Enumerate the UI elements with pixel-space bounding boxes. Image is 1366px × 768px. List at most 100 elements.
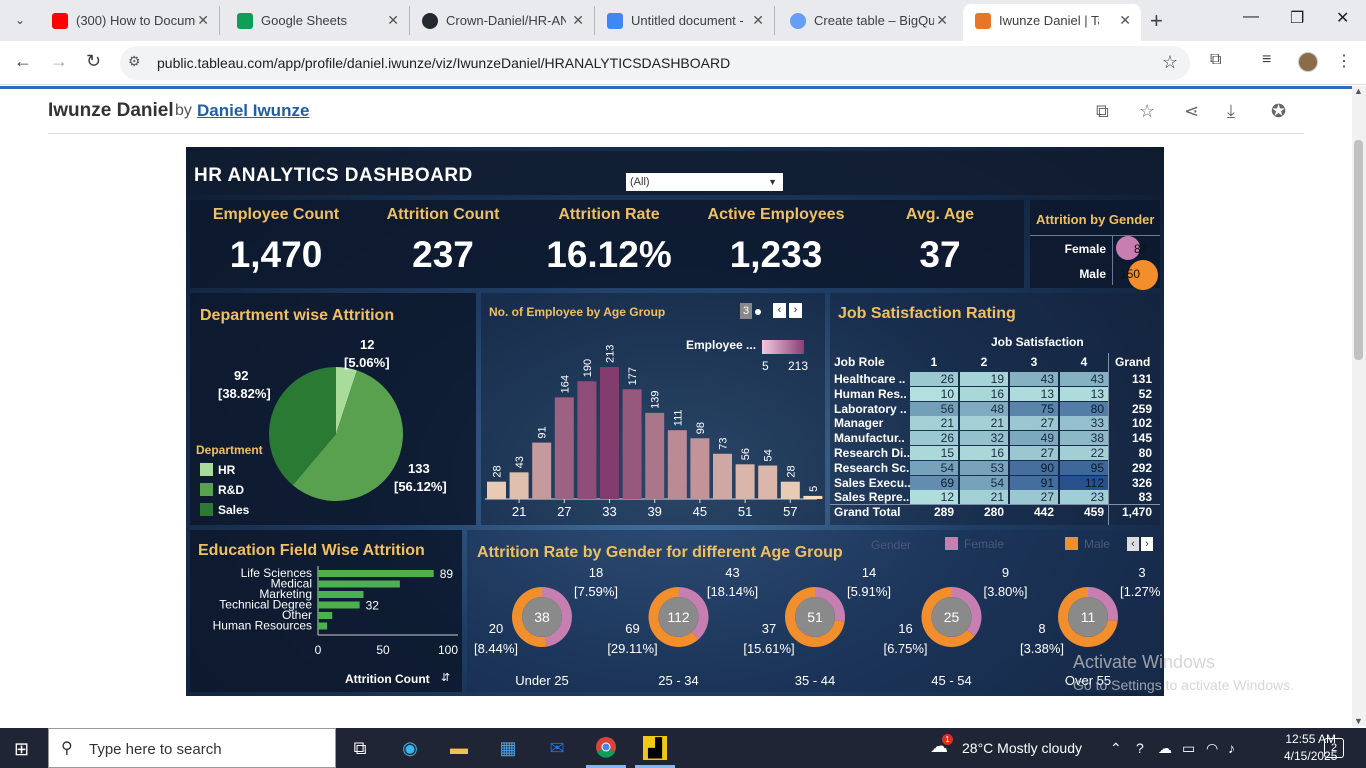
job-cell[interactable]: 43 [1010, 372, 1058, 386]
age-bar[interactable] [487, 481, 506, 499]
job-cell[interactable]: 32 [960, 431, 1008, 446]
battery-icon[interactable]: ▭ [1182, 740, 1195, 757]
age-bar[interactable] [735, 464, 755, 499]
job-cell[interactable]: 27 [1010, 416, 1058, 431]
job-cell[interactable]: 69 [910, 475, 958, 490]
page-scrollbar[interactable]: ▲ ▼ [1352, 86, 1366, 726]
tab-bigquery[interactable]: Create table – BigQu ✕ [778, 6, 958, 35]
new-tab-icon[interactable]: + [1150, 8, 1163, 34]
tab-youtube[interactable]: (300) How to Docume ✕ [40, 6, 220, 35]
copy-icon[interactable]: ⧉ [1096, 101, 1109, 122]
age-bar[interactable] [509, 472, 529, 499]
onedrive-icon[interactable]: ☁ [1158, 740, 1172, 757]
job-cell[interactable]: 75 [1010, 401, 1058, 416]
age-bar[interactable] [622, 389, 642, 499]
power-bi-icon[interactable]: ▟ [643, 736, 667, 760]
windows-start-icon[interactable]: ⊞ [14, 739, 29, 760]
edu-bar[interactable] [318, 622, 328, 630]
edu-bar[interactable] [318, 591, 364, 598]
url-box[interactable]: ⚙ public.tableau.com/app/profile/daniel.… [120, 46, 1190, 80]
age-bar[interactable] [713, 453, 732, 499]
tab-docs[interactable]: Untitled document - ✕ [595, 6, 775, 35]
tab-github[interactable]: Crown-Daniel/HR-AN ✕ [410, 6, 595, 35]
restore-icon[interactable]: ❐ [1290, 8, 1304, 28]
job-cell[interactable]: 13 [1010, 386, 1058, 401]
site-info-icon[interactable]: ⚙ [128, 53, 141, 70]
taskbar-search[interactable]: ⚲ Type here to search [48, 728, 336, 768]
notifications-icon[interactable]: 2 [1324, 738, 1344, 758]
edge-icon[interactable]: ◉ [398, 736, 422, 760]
age-bar[interactable] [554, 397, 574, 499]
close-icon[interactable]: ✕ [197, 6, 209, 35]
minimize-icon[interactable]: — [1243, 8, 1259, 26]
favorite-star-icon[interactable]: ☆ [1139, 101, 1155, 122]
job-cell[interactable]: 10 [910, 386, 958, 401]
outlook-icon[interactable]: ✉ [545, 736, 569, 760]
job-cell[interactable]: 53 [960, 460, 1008, 475]
profile-avatar[interactable] [1298, 52, 1318, 72]
job-cell[interactable]: 90 [1010, 460, 1058, 475]
job-cell[interactable]: 16 [960, 446, 1008, 460]
job-cell[interactable]: 33 [1060, 416, 1108, 431]
scroll-down-icon[interactable]: ▼ [1354, 716, 1363, 726]
age-bar[interactable] [690, 438, 710, 499]
close-icon[interactable]: ✕ [572, 6, 584, 35]
reload-icon[interactable]: ↻ [86, 51, 101, 72]
browser-menu-icon[interactable]: ⋮ [1336, 51, 1352, 71]
sort-icon[interactable]: ⇵ [441, 671, 450, 684]
job-cell[interactable]: 13 [1060, 386, 1108, 401]
weather-text[interactable]: 28°C Mostly cloudy [962, 740, 1082, 756]
bookmark-star-icon[interactable]: ☆ [1162, 52, 1178, 73]
job-cell[interactable]: 26 [910, 431, 958, 446]
volume-icon[interactable]: ♪ [1228, 740, 1235, 756]
forward-icon[interactable]: → [50, 51, 68, 72]
job-cell[interactable]: 56 [910, 401, 958, 416]
job-cell[interactable]: 38 [1060, 431, 1108, 446]
job-cell[interactable]: 21 [910, 416, 958, 431]
job-cell[interactable]: 19 [960, 372, 1008, 386]
job-cell[interactable]: 12 [910, 490, 958, 505]
close-icon[interactable]: ✕ [936, 6, 948, 35]
age-bar[interactable] [758, 465, 778, 499]
download-icon[interactable]: ⤓ [1227, 101, 1235, 122]
age-bar[interactable] [667, 430, 687, 499]
chrome-icon[interactable] [594, 736, 618, 760]
tab-search-icon[interactable]: ⌄ [8, 8, 32, 32]
chevron-down-icon[interactable]: ▼ [768, 173, 777, 191]
file-explorer-icon[interactable]: ▬ [447, 736, 471, 760]
edu-bar[interactable] [318, 601, 360, 609]
filter-dropdown[interactable]: (All) ▼ [626, 173, 783, 191]
window-close-icon[interactable]: ✕ [1336, 8, 1349, 28]
job-cell[interactable]: 91 [1010, 475, 1058, 490]
edu-bar[interactable] [318, 570, 434, 577]
job-cell[interactable]: 80 [1060, 401, 1108, 416]
edu-bar[interactable] [318, 612, 333, 619]
task-view-icon[interactable]: ⧉ [348, 736, 372, 760]
job-cell[interactable]: 54 [960, 475, 1008, 490]
job-cell[interactable]: 54 [910, 460, 958, 475]
scroll-up-icon[interactable]: ▲ [1354, 86, 1363, 96]
badge-icon[interactable]: ✪ [1271, 101, 1286, 122]
wifi-icon[interactable]: ◠ [1206, 740, 1218, 757]
close-icon[interactable]: ✕ [1119, 4, 1131, 37]
close-icon[interactable]: ✕ [752, 6, 764, 35]
extensions-icon[interactable]: ⧉ [1210, 51, 1221, 69]
back-icon[interactable]: ← [14, 51, 32, 72]
job-cell[interactable]: 16 [960, 386, 1008, 401]
job-cell[interactable]: 27 [1010, 490, 1058, 505]
age-bar[interactable] [645, 412, 665, 499]
age-bar[interactable] [803, 495, 823, 499]
age-bar[interactable] [780, 481, 800, 499]
job-cell[interactable]: 95 [1060, 460, 1108, 475]
job-cell[interactable]: 15 [910, 446, 958, 460]
job-cell[interactable]: 27 [1010, 446, 1058, 460]
store-icon[interactable]: ▦ [496, 736, 520, 760]
scroll-thumb[interactable] [1354, 140, 1363, 360]
job-cell[interactable]: 23 [1060, 490, 1108, 505]
job-cell[interactable]: 26 [910, 372, 958, 386]
edu-bar[interactable] [318, 580, 400, 588]
job-cell[interactable]: 22 [1060, 446, 1108, 460]
close-icon[interactable]: ✕ [387, 6, 399, 35]
help-icon[interactable]: ? [1136, 740, 1144, 756]
job-cell[interactable]: 49 [1010, 431, 1058, 446]
